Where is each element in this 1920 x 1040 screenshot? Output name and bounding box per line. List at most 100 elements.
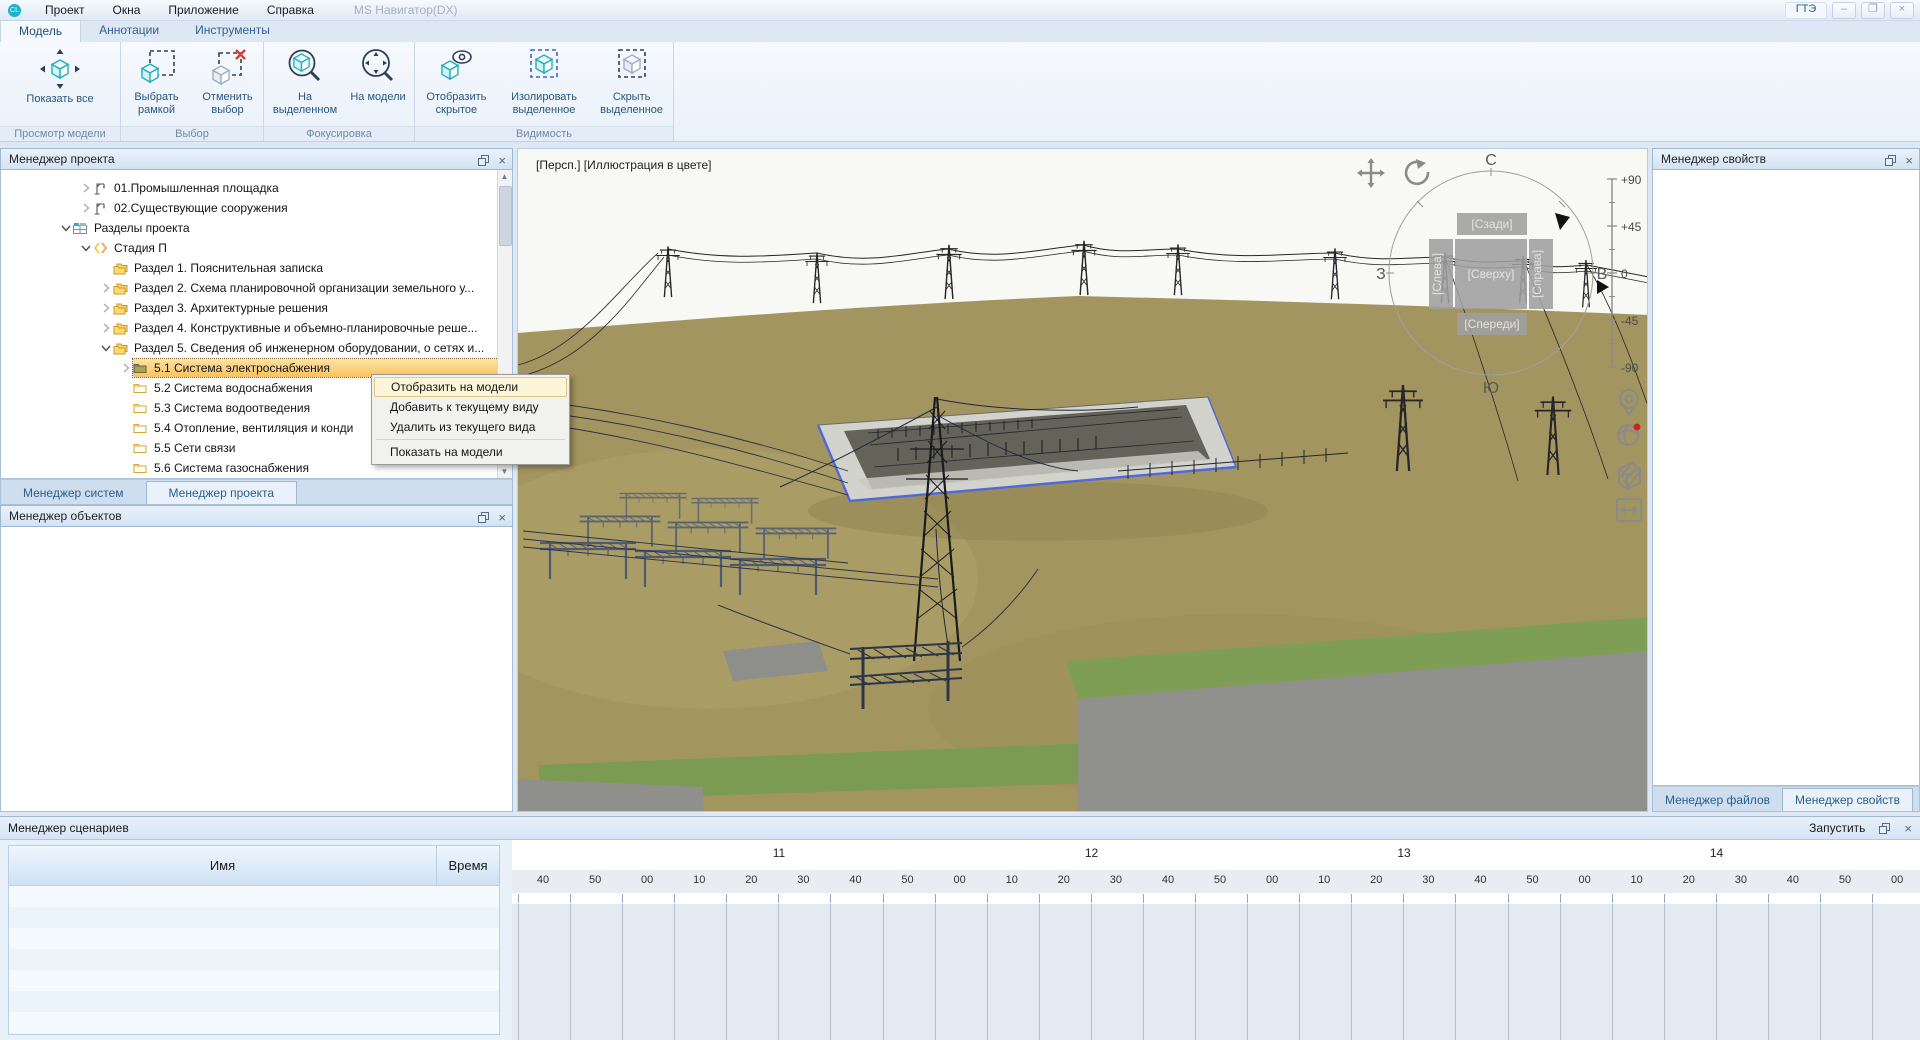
tilt-scale[interactable]: +90 +45 0 -45 -90 (1596, 163, 1648, 403)
column-header-name[interactable]: Имя (9, 846, 437, 886)
timeline-minute-label: 40 (849, 874, 861, 886)
select-frame-button[interactable]: Выбрать рамкой (121, 47, 192, 117)
tab-properties-manager[interactable]: Менеджер свойств (1782, 788, 1913, 811)
tree-item[interactable]: Раздел 4. Конструктивные и объемно-плани… (1, 318, 512, 338)
timeline-minute-label: 50 (1526, 874, 1538, 886)
run-scenario-button[interactable]: Запустить (1809, 817, 1865, 839)
folders-icon (113, 341, 130, 355)
column-header-time[interactable]: Время (437, 846, 499, 886)
focus-selected-button[interactable]: На выделенном (266, 47, 344, 117)
float-panel-icon[interactable] (1879, 823, 1890, 834)
timeline-tick (674, 894, 675, 903)
minimize-button[interactable]: – (1832, 2, 1856, 19)
scroll-thumb[interactable] (499, 186, 512, 246)
view-compass[interactable]: С Ю З В [Сзади] [Сверху] [Слева] [Справа… (1371, 151, 1611, 401)
show-all-button[interactable]: Показать все (2, 47, 118, 106)
timeline-gridline (1716, 904, 1717, 1040)
tree-item[interactable]: Раздел 1. Пояснительная записка (1, 258, 512, 278)
expander-closed-icon[interactable] (79, 182, 93, 194)
face-front-label: [Спереди] (1464, 317, 1519, 331)
tilt-slider-icon[interactable] (1597, 280, 1609, 294)
cancel-selection-button[interactable]: Отменить выбор (192, 47, 263, 117)
context-menu-item[interactable]: Удалить из текущего вида (374, 417, 567, 437)
close-button[interactable]: × (1890, 2, 1914, 19)
crane-icon (93, 181, 110, 195)
expander-open-icon[interactable] (99, 342, 113, 354)
tab-annotations[interactable]: Аннотации (81, 20, 177, 42)
menu-help[interactable]: Справка (253, 0, 328, 20)
float-panel-icon[interactable] (478, 512, 489, 523)
restore-button[interactable]: ❐ (1861, 2, 1885, 19)
walk-pan-icon[interactable] (1617, 499, 1641, 521)
tab-files-manager[interactable]: Менеджер файлов (1653, 789, 1782, 811)
tab-systems-manager[interactable]: Менеджер систем (1, 482, 146, 504)
tree-item[interactable]: 01.Промышленная площадка (1, 178, 512, 198)
tree-item-label: Раздел 1. Пояснительная записка (134, 261, 323, 275)
timeline-gridline (935, 904, 936, 1040)
cancel-selection-icon (207, 47, 249, 89)
timeline-gridline (1768, 904, 1769, 1040)
show-hidden-button[interactable]: Отобразить скрытое (415, 47, 498, 117)
expander-closed-icon[interactable] (99, 282, 113, 294)
compass-west[interactable]: З (1376, 266, 1386, 283)
tree-item[interactable]: Стадия П (1, 238, 512, 258)
timeline[interactable]: 11121314 4050001020304050001020304050001… (512, 840, 1920, 1040)
group-label-focus: Фокусировка (264, 126, 414, 141)
focus-model-button[interactable]: На модели (344, 47, 412, 104)
orbit-globe-icon[interactable] (1618, 424, 1640, 445)
compass-marker-icon[interactable] (1555, 213, 1570, 230)
tree-item[interactable]: Раздел 3. Архитектурные решения (1, 298, 512, 318)
context-menu-item[interactable]: Отобразить на модели (374, 377, 567, 397)
projection-cube-icon[interactable] (1619, 463, 1640, 489)
show-all-label: Показать все (26, 93, 93, 106)
close-panel-icon[interactable]: × (1904, 823, 1912, 834)
expander-closed-icon[interactable] (79, 202, 93, 214)
float-panel-icon[interactable] (1885, 155, 1896, 166)
context-menu-item[interactable]: Показать на модели (374, 442, 567, 462)
hide-selected-button[interactable]: Скрыть выделенное (590, 47, 673, 117)
close-panel-icon[interactable]: × (498, 512, 506, 523)
tree-item-label: 5.1 Система электроснабжения (154, 361, 330, 375)
timeline-minute-label: 10 (1631, 874, 1643, 886)
isolate-selected-button[interactable]: Изолировать выделенное (498, 47, 590, 117)
expander-open-icon[interactable] (79, 242, 93, 254)
close-panel-icon[interactable]: × (498, 155, 506, 166)
look-around-icon[interactable] (1620, 390, 1638, 415)
close-panel-icon[interactable]: × (1905, 155, 1913, 166)
tab-project-manager[interactable]: Менеджер проекта (146, 481, 298, 504)
timeline-minute-label: 50 (1214, 874, 1226, 886)
context-menu-item[interactable]: Добавить к текущему виду (374, 397, 567, 417)
tree-item[interactable]: Раздел 5. Сведения об инженерном оборудо… (1, 338, 512, 358)
tree-item[interactable]: Разделы проекта (1, 218, 512, 238)
tilt-plus45: +45 (1621, 220, 1642, 234)
scenario-table[interactable]: Имя Время (8, 845, 500, 1035)
tab-tools[interactable]: Инструменты (177, 20, 288, 42)
viewport-3d[interactable]: [Персп.] [Иллюстрация в цвете] (517, 148, 1648, 812)
tree-item[interactable]: 02.Существующие сооружения (1, 198, 512, 218)
gte-button[interactable]: ГТЭ (1785, 2, 1827, 19)
expander-closed-icon[interactable] (99, 302, 113, 314)
tree-item-label: Раздел 4. Конструктивные и объемно-плани… (134, 321, 477, 335)
compass-south[interactable]: Ю (1483, 380, 1499, 397)
expander-open-icon[interactable] (59, 222, 73, 234)
timeline-gridline (1195, 904, 1196, 1040)
context-menu: Отобразить на моделиДобавить к текущему … (371, 374, 570, 465)
timeline-gridline (1508, 904, 1509, 1040)
compass-north[interactable]: С (1485, 152, 1497, 169)
scroll-down-icon[interactable]: ▼ (498, 465, 511, 479)
tree-item[interactable]: Раздел 2. Схема планировочной организаци… (1, 278, 512, 298)
timeline-tick (1872, 894, 1873, 903)
scroll-up-icon[interactable]: ▲ (498, 170, 511, 184)
tab-model[interactable]: Модель (0, 20, 81, 43)
properties-panel-header: Менеджер свойств × (1652, 148, 1920, 170)
timeline-hour-label: 11 (773, 846, 785, 860)
expander-closed-icon[interactable] (119, 362, 133, 374)
timeline-minute-label: 00 (1891, 874, 1903, 886)
float-panel-icon[interactable] (478, 155, 489, 166)
menu-windows[interactable]: Окна (99, 0, 155, 20)
folders-icon (113, 281, 130, 295)
timeline-hour-label: 13 (1397, 846, 1410, 860)
menu-project[interactable]: Проект (31, 0, 99, 20)
expander-closed-icon[interactable] (99, 322, 113, 334)
menu-application[interactable]: Приложение (154, 0, 252, 20)
